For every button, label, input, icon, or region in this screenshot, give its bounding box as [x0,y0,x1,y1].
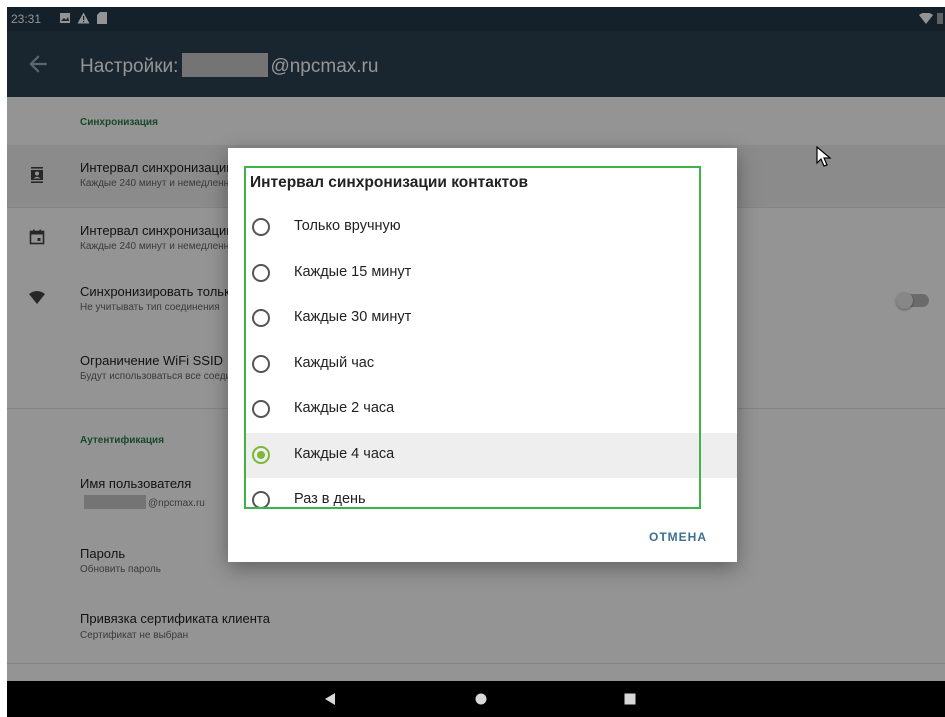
radio-option-label: Каждые 2 часа [294,400,395,416]
mouse-cursor-icon [816,146,832,167]
sync-interval-dialog: Интервал синхронизации контактов Только … [228,148,737,562]
radio-unchecked-icon[interactable] [252,491,270,509]
nav-recents-icon[interactable] [624,693,636,705]
radio-unchecked-icon[interactable] [252,218,270,236]
radio-option[interactable]: Каждый час [246,342,737,387]
radio-checked-icon[interactable] [252,445,270,464]
radio-option-label: Только вручную [294,218,401,234]
radio-option[interactable]: Раз в день [246,478,737,523]
navigation-bar [7,681,945,717]
radio-unchecked-icon[interactable] [252,354,270,373]
nav-home-icon[interactable] [475,693,487,705]
radio-option[interactable]: Каждые 30 минут [246,296,737,341]
radio-option-label: Каждый час [294,354,375,371]
android-screen: 23:31 Настройки: @npcmax.ru Синхронизация… [7,7,945,717]
radio-unchecked-icon[interactable] [252,400,270,418]
nav-back-icon[interactable] [323,692,337,706]
radio-option-label: Каждые 4 часа [294,445,395,462]
radio-option[interactable]: Каждые 15 минут [246,251,737,296]
radio-unchecked-icon[interactable] [252,309,270,327]
radio-option[interactable]: Каждые 2 часа [246,387,737,432]
radio-unchecked-icon[interactable] [252,263,270,282]
cancel-button[interactable]: ОТМЕНА [649,530,707,544]
dialog-title: Интервал синхронизации контактов [250,174,528,191]
radio-option-label: Раз в день [294,491,366,507]
radio-option-label: Каждые 15 минут [294,263,412,280]
radio-option[interactable]: Только вручную [246,205,737,250]
radio-option-label: Каждые 30 минут [294,309,412,325]
radio-option[interactable]: Каждые 4 часа [246,432,737,478]
